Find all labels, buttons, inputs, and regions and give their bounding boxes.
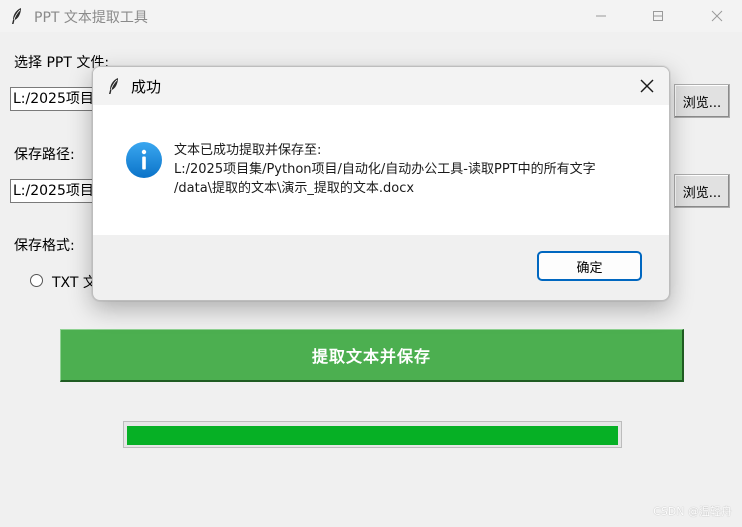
close-window-button[interactable] bbox=[694, 0, 740, 32]
dialog-message: 文本已成功提取并保存至: L:/2025项目集/Python项目/自动化/自动办… bbox=[174, 141, 596, 198]
dialog-titlebar: 成功 bbox=[93, 67, 669, 105]
watermark: CSDN @温轻舟 bbox=[653, 505, 732, 518]
format-txt-label: TXT 文 bbox=[52, 275, 97, 291]
dialog-message-line: /data\提取的文本\演示_提取的文本.docx bbox=[174, 181, 415, 196]
dialog-message-line: L:/2025项目集/Python项目/自动化/自动办公工具-读取PPT中的所有… bbox=[174, 162, 596, 177]
browse-ppt-button[interactable]: 浏览... bbox=[674, 84, 730, 118]
info-icon bbox=[126, 142, 162, 178]
save-path-input[interactable]: L:/2025项目 bbox=[10, 179, 97, 203]
progress-bar bbox=[123, 421, 622, 448]
browse-save-path-button[interactable]: 浏览... bbox=[674, 174, 730, 208]
close-icon bbox=[711, 10, 723, 22]
dialog-body: 文本已成功提取并保存至: L:/2025项目集/Python项目/自动化/自动办… bbox=[93, 105, 669, 235]
feather-icon bbox=[109, 78, 118, 94]
maximize-icon bbox=[653, 11, 663, 21]
progress-fill bbox=[127, 426, 618, 445]
save-format-label: 保存格式: bbox=[14, 238, 75, 254]
close-icon[interactable] bbox=[637, 76, 657, 96]
main-window: PPT 文本提取工具 选择 PPT 文件: L:/2025项目 浏览... 保存… bbox=[0, 0, 742, 527]
window-title: PPT 文本提取工具 bbox=[34, 10, 148, 26]
format-txt-radio[interactable] bbox=[30, 274, 43, 287]
ppt-file-input[interactable]: L:/2025项目 bbox=[10, 87, 97, 111]
dialog-message-line: 文本已成功提取并保存至: bbox=[174, 143, 322, 158]
maximize-button[interactable] bbox=[635, 0, 681, 32]
feather-icon bbox=[12, 8, 21, 24]
minimize-icon bbox=[596, 15, 606, 17]
save-path-label: 保存路径: bbox=[14, 147, 75, 163]
extract-and-save-button[interactable]: 提取文本并保存 bbox=[60, 329, 684, 382]
window-titlebar: PPT 文本提取工具 bbox=[0, 0, 742, 32]
dialog-title: 成功 bbox=[131, 78, 162, 96]
ok-button[interactable]: 确定 bbox=[537, 251, 642, 281]
success-dialog: 成功 文本已成功提取并保存至: L:/2025项目集/Python项目/自动化/… bbox=[92, 66, 670, 301]
minimize-button-area[interactable] bbox=[578, 0, 624, 32]
